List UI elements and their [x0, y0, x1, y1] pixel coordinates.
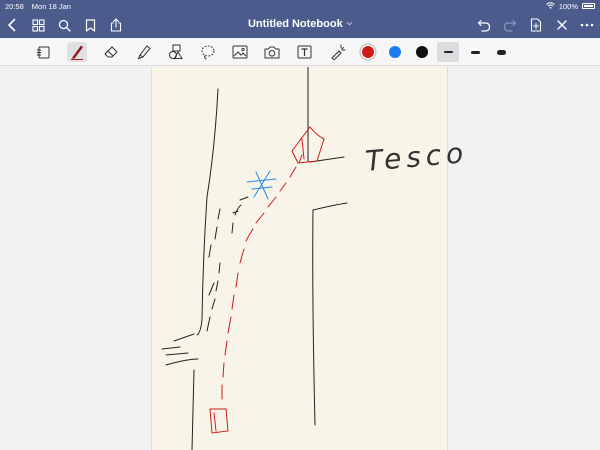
wifi-icon [545, 1, 555, 11]
lasso-icon[interactable] [198, 42, 218, 62]
stroke-thick-button[interactable] [490, 42, 512, 62]
status-time: 20:58 [5, 1, 24, 11]
camera-icon[interactable] [262, 42, 282, 62]
chevron-down-icon: ⌵ [346, 20, 353, 27]
shapes-icon[interactable] [166, 42, 186, 62]
status-bar: 20:58 Mon 18 Jan 100% [0, 0, 600, 12]
color-swatch-red[interactable] [362, 46, 374, 58]
black-road-lines [161, 67, 348, 450]
share-icon[interactable] [107, 16, 125, 34]
text-icon[interactable] [294, 42, 314, 62]
notebook-title-text: Untitled Notebook [247, 18, 343, 30]
status-date: Mon 18 Jan [31, 1, 71, 11]
laser-icon[interactable] [328, 42, 348, 62]
battery-percent: 100% [558, 1, 578, 11]
color-swatch-blue[interactable] [389, 46, 401, 58]
redo-icon[interactable] [501, 16, 519, 34]
image-icon[interactable] [230, 42, 250, 62]
notebook-title[interactable]: Untitled Notebook ⌵ [200, 18, 400, 30]
color-swatch-black[interactable] [416, 46, 428, 58]
sidebar-icon[interactable] [33, 42, 53, 62]
drawing-canvas [161, 67, 348, 450]
pen-icon[interactable] [67, 42, 87, 62]
search-icon[interactable] [55, 16, 73, 34]
grid-icon[interactable] [29, 16, 47, 34]
stroke-medium-button[interactable] [464, 42, 486, 62]
tool-bar [0, 38, 600, 66]
eraser-icon[interactable] [101, 42, 121, 62]
stroke-thin-button[interactable] [437, 42, 459, 62]
add-page-icon[interactable] [527, 16, 545, 34]
blue-star-marker [246, 170, 277, 200]
battery-icon [582, 3, 595, 9]
more-icon[interactable] [578, 16, 596, 34]
highlighter-icon[interactable] [134, 42, 154, 62]
chevron-left-icon[interactable] [3, 16, 21, 34]
close-icon[interactable] [553, 16, 571, 34]
notebook-page[interactable]: Tesco [151, 67, 469, 450]
red-route-path [209, 126, 325, 434]
nav-bar: Untitled Notebook ⌵ [0, 12, 600, 38]
undo-icon[interactable] [475, 16, 493, 34]
bookmark-icon[interactable] [81, 16, 99, 34]
